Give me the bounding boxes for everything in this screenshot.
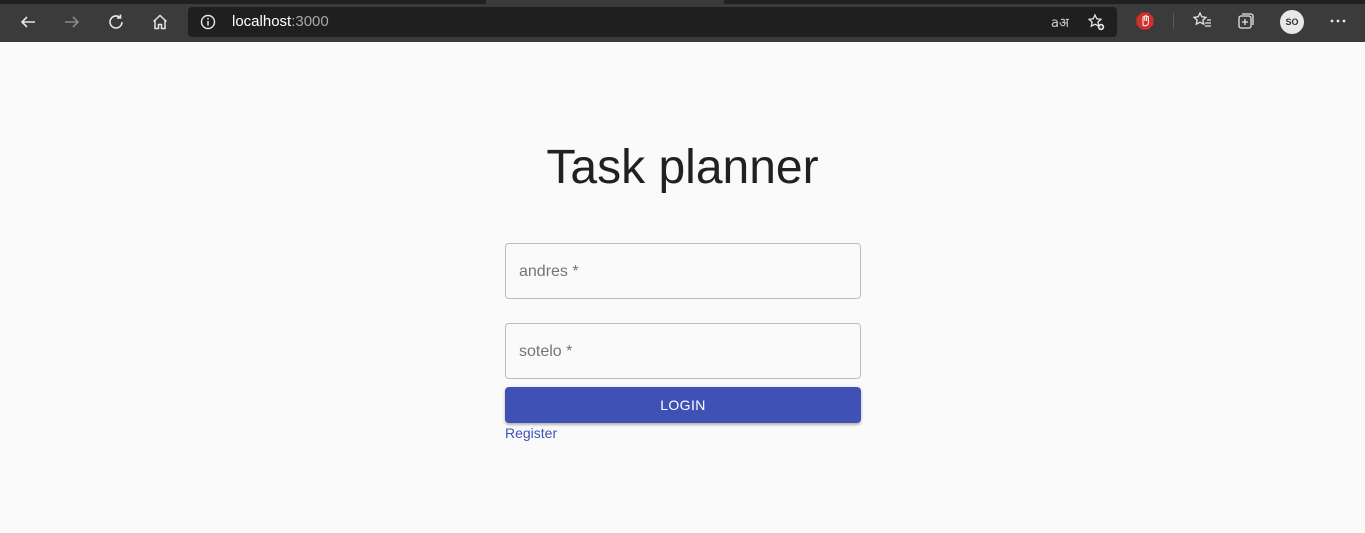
password-field[interactable]: sotelo * — [505, 323, 861, 379]
add-favorite-icon[interactable] — [1086, 12, 1106, 32]
toolbar-divider — [1173, 13, 1174, 29]
browser-toolbar: localhost:3000 aअ SO — [0, 0, 1365, 42]
login-button[interactable]: LOGIN — [505, 387, 861, 423]
back-arrow-icon — [19, 13, 37, 31]
back-button[interactable] — [14, 8, 42, 36]
home-button[interactable] — [146, 8, 174, 36]
info-icon[interactable] — [200, 14, 216, 35]
translate-glyph: aअ — [1051, 16, 1069, 31]
adblock-extension-icon[interactable] — [1134, 10, 1156, 32]
address-url[interactable]: localhost:3000 — [232, 14, 329, 30]
login-button-label: LOGIN — [660, 397, 706, 413]
address-host: localhost — [232, 13, 292, 30]
page-content: Task planner andres * sotelo * LOGIN Reg… — [0, 42, 1365, 533]
profile-avatar[interactable]: SO — [1280, 10, 1304, 34]
home-icon — [151, 13, 169, 31]
active-tab[interactable] — [486, 0, 724, 4]
username-field[interactable]: andres * — [505, 243, 861, 299]
favorites-icon[interactable] — [1191, 10, 1213, 32]
more-options-icon[interactable] — [1327, 10, 1349, 32]
profile-initials: SO — [1285, 17, 1299, 27]
forward-button[interactable] — [58, 8, 86, 36]
register-link[interactable]: Register — [505, 425, 557, 441]
address-port: :3000 — [291, 13, 329, 30]
password-field-label: sotelo * — [519, 343, 573, 360]
refresh-icon — [107, 13, 125, 31]
refresh-button[interactable] — [102, 8, 130, 36]
username-field-label: andres * — [519, 263, 579, 280]
address-bar[interactable]: localhost:3000 aअ — [188, 7, 1117, 37]
forward-arrow-icon — [63, 13, 81, 31]
page-title: Task planner — [546, 141, 819, 194]
collections-icon[interactable] — [1235, 10, 1257, 32]
translate-icon[interactable]: aअ — [1050, 12, 1070, 32]
